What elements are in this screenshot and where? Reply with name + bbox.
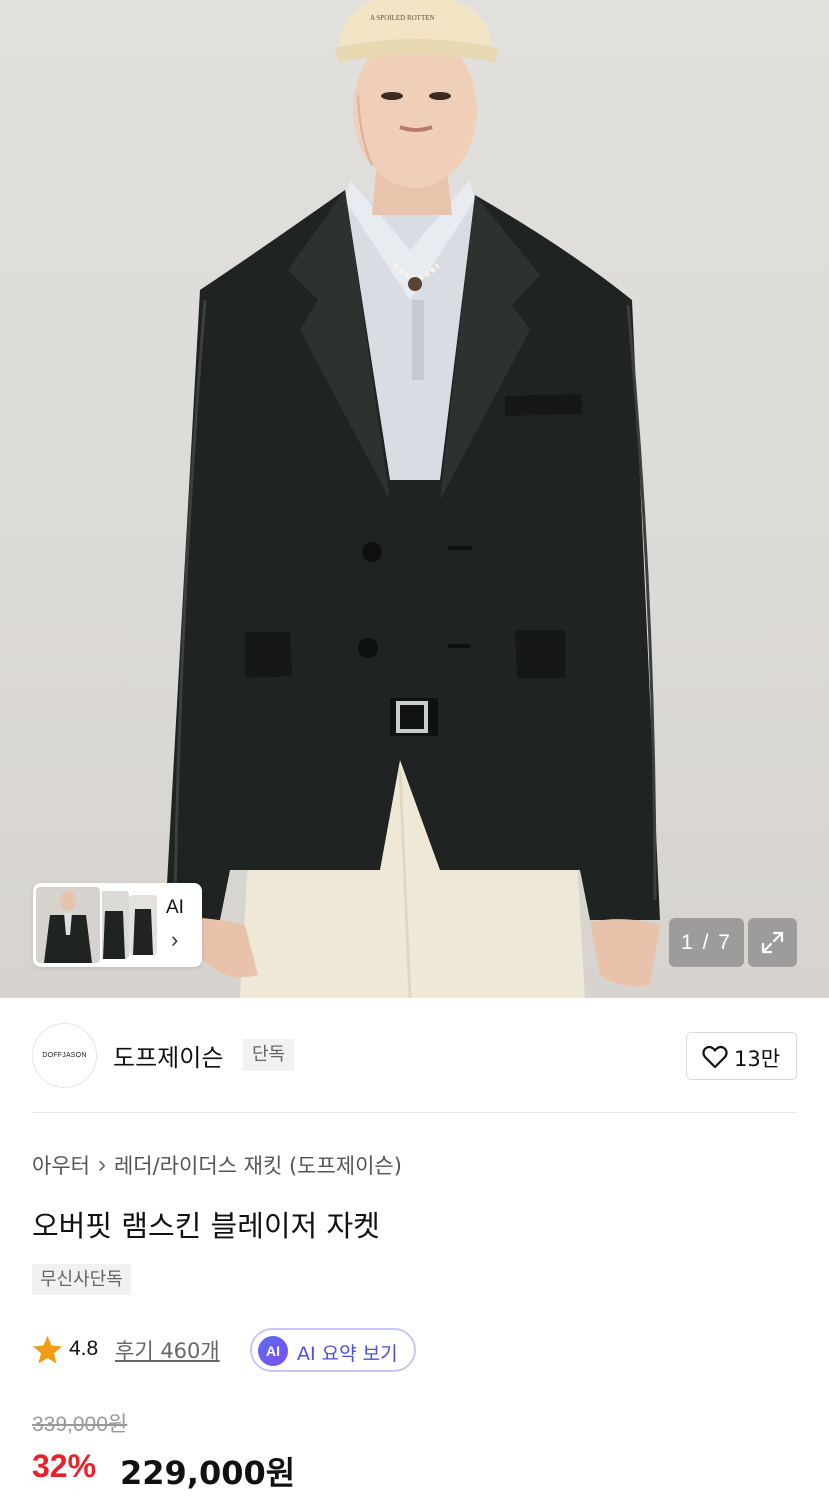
exclusive-tag: 무신사단독: [32, 1264, 131, 1295]
breadcrumb-item-outer[interactable]: 아우터: [32, 1154, 90, 1178]
thumbnail-ai-label: AI: [166, 897, 184, 918]
expand-button[interactable]: [748, 918, 797, 967]
cap-print-text: A SPOILED ROTTEN: [370, 14, 435, 22]
breadcrumb-item-leather-jacket[interactable]: 레더/라이더스 재킷 (도프제이슨): [114, 1154, 402, 1178]
like-count: 13만: [734, 1047, 781, 1071]
divider: [32, 1112, 797, 1113]
like-button[interactable]: 13만: [686, 1032, 797, 1080]
thumbnail-2[interactable]: [99, 891, 129, 959]
heart-icon: [702, 1045, 728, 1069]
sale-price: 229,000원: [120, 1454, 296, 1492]
brand-exclusive-tag: 단독: [243, 1039, 295, 1071]
thumbnail-strip[interactable]: AI ›: [33, 883, 202, 967]
original-price: 339,000원: [32, 1413, 128, 1436]
thumbnail-3[interactable]: [129, 895, 157, 955]
chevron-right-icon: ›: [171, 927, 179, 952]
product-photo: A SPOILED ROTTEN: [165, 0, 660, 998]
brand-name[interactable]: 도프제이슨: [113, 1038, 223, 1073]
product-title: 오버핏 램스킨 블레이저 자켓: [32, 1209, 380, 1243]
brand-logo[interactable]: DOFFJASON: [32, 1023, 97, 1088]
thumbnail-1[interactable]: [34, 885, 102, 965]
expand-icon: [761, 931, 784, 954]
product-image-gallery[interactable]: A SPOILED ROTTEN AI › 1 / 7: [0, 0, 829, 998]
discount-rate: 32%: [32, 1448, 97, 1484]
breadcrumb: 아우터 › 레더/라이더스 재킷 (도프제이슨): [32, 1150, 402, 1180]
rating-value: 4.8: [69, 1337, 99, 1360]
image-counter: 1 / 7: [669, 918, 744, 967]
ai-summary-label: AI 요약 보기: [297, 1343, 398, 1365]
review-count-link[interactable]: 후기 460개: [115, 1335, 220, 1365]
ai-badge-icon: AI: [258, 1336, 288, 1366]
ai-summary-button[interactable]: AI AI 요약 보기: [250, 1328, 416, 1372]
chevron-right-icon: ›: [97, 1151, 106, 1178]
star-icon: [33, 1336, 62, 1364]
